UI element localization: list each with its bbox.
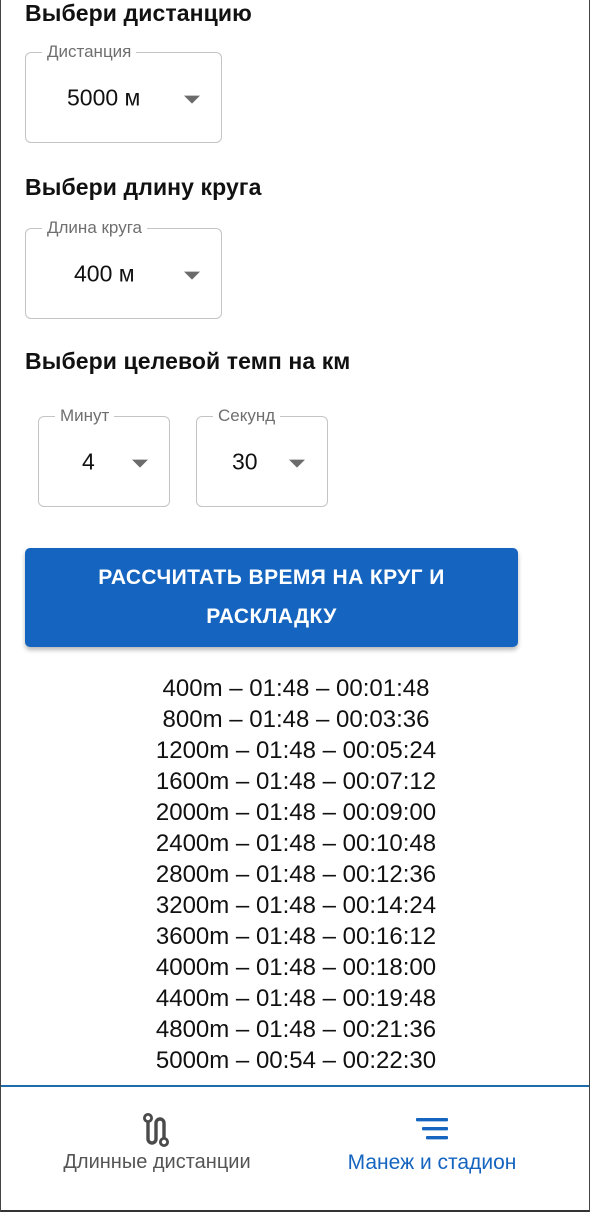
seconds-select[interactable]: Секунд 30 bbox=[196, 405, 328, 507]
split-row: 1200m – 01:48 – 00:05:24 bbox=[155, 737, 437, 764]
distance-section-title: Выбери дистанцию bbox=[25, 0, 252, 26]
menu-lines-icon bbox=[416, 1118, 448, 1140]
chevron-down-icon bbox=[184, 271, 200, 280]
split-row: 4800m – 01:48 – 00:21:36 bbox=[155, 1016, 437, 1043]
lap-section-title: Выбери длину круга bbox=[25, 174, 262, 200]
lap-select[interactable]: Длина круга 400 м bbox=[25, 217, 222, 319]
distance-select-label: Дистанция bbox=[42, 41, 137, 63]
app-screen: Выбери дистанцию Дистанция 5000 м Выбери… bbox=[0, 0, 590, 1212]
split-row: 3600m – 01:48 – 00:16:12 bbox=[155, 923, 437, 950]
distance-select[interactable]: Дистанция 5000 м bbox=[25, 41, 222, 143]
chevron-down-icon bbox=[289, 459, 305, 468]
chevron-down-icon bbox=[184, 95, 200, 104]
minutes-select-label: Минут bbox=[55, 405, 115, 427]
split-row: 800m – 01:48 – 00:03:36 bbox=[162, 706, 430, 733]
nav-item-arena-stadium[interactable]: Манеж и стадион bbox=[319, 1087, 545, 1212]
split-row: 400m – 01:48 – 00:01:48 bbox=[162, 675, 430, 702]
seconds-select-value: 30 bbox=[232, 448, 258, 474]
route-icon bbox=[143, 1113, 169, 1147]
lap-select-value: 400 м bbox=[74, 260, 135, 286]
splits-list: 400m – 01:48 – 00:01:48 800m – 01:48 – 0… bbox=[1, 673, 589, 1076]
nav-item-label: Манеж и стадион bbox=[347, 1151, 517, 1174]
bottom-navigation: Длинные дистанции Манеж и стадион bbox=[1, 1085, 589, 1212]
nav-item-label: Длинные дистанции bbox=[63, 1151, 251, 1173]
distance-select-value: 5000 м bbox=[67, 84, 141, 110]
nav-item-long-distances[interactable]: Длинные дистанции bbox=[41, 1087, 273, 1212]
split-row: 4400m – 01:48 – 00:19:48 bbox=[155, 985, 437, 1012]
lap-select-label: Длина круга bbox=[42, 217, 147, 239]
seconds-select-label: Секунд bbox=[213, 405, 281, 427]
split-row: 2400m – 01:48 – 00:10:48 bbox=[155, 830, 437, 857]
split-row: 2800m – 01:48 – 00:12:36 bbox=[155, 861, 437, 888]
split-row: 1600m – 01:48 – 00:07:12 bbox=[155, 768, 437, 795]
split-row: 2000m – 01:48 – 00:09:00 bbox=[155, 799, 437, 826]
pace-section-title: Выбери целевой темп на км bbox=[25, 348, 351, 374]
calculate-button-label-line2: РАСКЛАДКУ bbox=[206, 605, 337, 628]
chevron-down-icon bbox=[132, 459, 148, 468]
calculate-button[interactable]: РАССЧИТАТЬ ВРЕМЯ НА КРУГ И РАСКЛАДКУ bbox=[25, 548, 518, 647]
minutes-select-value: 4 bbox=[82, 448, 95, 474]
split-row: 5000m – 00:54 – 00:22:30 bbox=[155, 1047, 437, 1074]
minutes-select[interactable]: Минут 4 bbox=[38, 405, 170, 507]
split-row: 3200m – 01:48 – 00:14:24 bbox=[155, 892, 437, 919]
split-row: 4000m – 01:48 – 00:18:00 bbox=[155, 954, 437, 981]
calculate-button-label-line1: РАССЧИТАТЬ ВРЕМЯ НА КРУГ И bbox=[98, 566, 445, 589]
